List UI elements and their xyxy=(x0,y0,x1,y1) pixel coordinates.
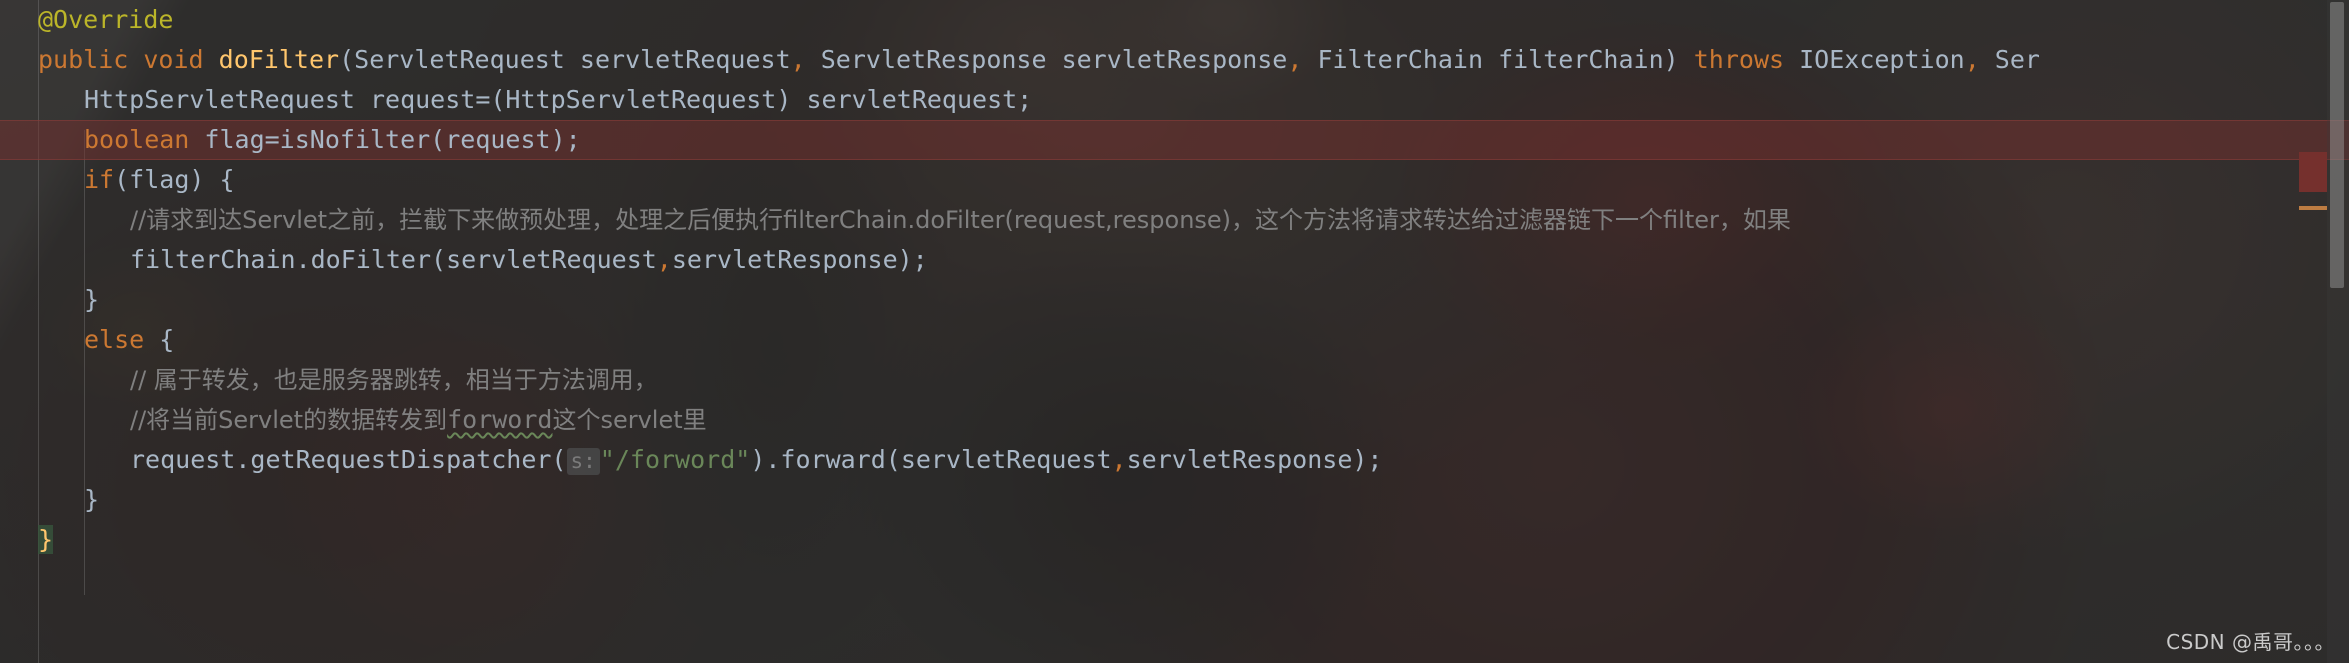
code-token: FilterChain filterChain xyxy=(1302,45,1664,74)
code-editor[interactable]: @Override public void doFilter(ServletReq… xyxy=(0,0,2349,663)
code-token: IOException xyxy=(1784,45,1965,74)
code-token: 这个servlet里 xyxy=(552,406,707,434)
code-token: //将当前Servlet的数据转发到 xyxy=(130,406,448,434)
code-token: Ser xyxy=(1979,45,2040,74)
code-line[interactable]: } xyxy=(0,520,2349,560)
code-line[interactable]: else { xyxy=(0,320,2349,360)
code-token: @Override xyxy=(38,5,174,34)
code-line[interactable]: //请求到达Servlet之前，拦截下来做预处理，处理之后便执行filterCh… xyxy=(0,200,2349,240)
code-token: flag=isNofilter(request); xyxy=(189,125,581,154)
code-line[interactable]: if(flag) { xyxy=(0,160,2349,200)
code-token: } xyxy=(38,525,54,554)
code-token: HttpServletRequest request=(HttpServletR… xyxy=(84,85,1033,114)
code-token: , xyxy=(656,245,672,274)
code-token: } xyxy=(84,485,100,514)
code-token: ) xyxy=(1663,45,1694,74)
code-line[interactable]: //将当前Servlet的数据转发到forword这个servlet里 xyxy=(0,400,2349,440)
code-token: , xyxy=(1111,445,1127,474)
code-token: boolean xyxy=(84,125,190,154)
csdn-watermark: CSDN @禹哥。。。 xyxy=(2166,630,2335,654)
code-token: servletResponse); xyxy=(671,245,928,274)
code-token: servletResponse); xyxy=(1126,445,1383,474)
code-token: , xyxy=(1287,45,1303,74)
code-line[interactable]: } xyxy=(0,480,2349,520)
code-token: throws xyxy=(1693,45,1785,74)
code-token: filterChain.doFilter(servletRequest xyxy=(130,245,657,274)
code-token: ServletResponse servletResponse xyxy=(805,45,1288,74)
code-token: void xyxy=(143,45,204,74)
code-token: ( xyxy=(339,45,355,74)
code-line[interactable]: @Override xyxy=(0,0,2349,40)
code-line[interactable]: } xyxy=(0,280,2349,320)
code-token: if xyxy=(84,165,115,194)
code-token: (flag) { xyxy=(114,165,235,194)
code-line[interactable]: // 属于转发，也是服务器跳转，相当于方法调用， xyxy=(0,360,2349,400)
code-line[interactable]: public void doFilter(ServletRequest serv… xyxy=(0,40,2349,80)
code-token: public xyxy=(38,45,129,74)
code-token: else xyxy=(84,325,145,354)
code-surface[interactable]: @Override public void doFilter(ServletReq… xyxy=(0,0,2349,663)
code-token: request.getRequestDispatcher( xyxy=(130,445,567,474)
code-token: , xyxy=(1964,45,1980,74)
code-token: //请求到达Servlet之前，拦截下来做预处理，处理之后便执行filterCh… xyxy=(130,206,1791,234)
inlay-parameter-hint[interactable]: s: xyxy=(566,448,600,475)
code-token: doFilter xyxy=(218,45,340,74)
execution-line-marker[interactable] xyxy=(2299,152,2327,192)
code-token: // 属于转发，也是服务器跳转，相当于方法调用， xyxy=(130,366,658,394)
code-token: } xyxy=(84,285,100,314)
code-line[interactable]: boolean flag=isNofilter(request); xyxy=(0,120,2349,160)
code-token: ).forward(servletRequest xyxy=(750,445,1112,474)
vertical-scrollbar[interactable] xyxy=(2327,0,2349,663)
code-line[interactable]: HttpServletRequest request=(HttpServletR… xyxy=(0,80,2349,120)
code-token: ServletRequest servletRequest xyxy=(354,45,791,74)
code-token: { xyxy=(144,325,175,354)
code-line[interactable]: request.getRequestDispatcher(s: "/forword… xyxy=(0,440,2349,480)
code-token: forword xyxy=(447,405,553,434)
code-token: "/forword" xyxy=(599,445,751,474)
code-token: , xyxy=(790,45,806,74)
vertical-scrollbar-thumb[interactable] xyxy=(2330,2,2344,288)
warning-marker[interactable] xyxy=(2299,206,2327,210)
code-line[interactable]: filterChain.doFilter(servletRequest,serv… xyxy=(0,240,2349,280)
